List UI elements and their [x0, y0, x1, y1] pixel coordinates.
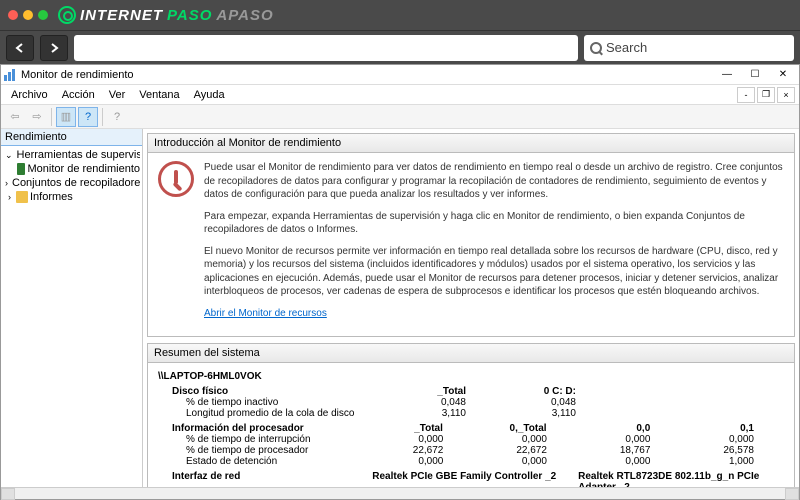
menu-archivo[interactable]: Archivo — [5, 87, 54, 103]
browser-titlebar: INTERNETPASOAPASO — [0, 0, 800, 30]
tree-item-label: Herramientas de supervisión — [17, 149, 140, 161]
maximize-dot[interactable] — [38, 10, 48, 20]
content-area: Introducción al Monitor de rendimiento P… — [143, 129, 799, 487]
nav-forward-button[interactable]: ⇨ — [27, 107, 47, 127]
search-box[interactable]: Search — [584, 35, 794, 61]
brand-logo: INTERNETPASOAPASO — [58, 6, 274, 24]
window-controls-win: — ☐ ✕ — [713, 66, 797, 84]
menu-ver[interactable]: Ver — [103, 87, 132, 103]
maximize-button[interactable]: ☐ — [741, 66, 769, 84]
minimize-dot[interactable] — [23, 10, 33, 20]
intro-p1: Puede usar el Monitor de rendimiento par… — [204, 161, 784, 202]
forward-button[interactable] — [40, 35, 68, 61]
menubar: Archivo Acción Ver Ventana Ayuda - ❐ × — [1, 85, 799, 105]
cpu-group: Información del procesador _Total0,_Tota… — [172, 423, 784, 434]
tree: ⌄ Herramientas de supervisión Monitor de… — [1, 146, 142, 206]
browser-nav-bar: Search — [0, 30, 800, 64]
intro-text: Puede usar el Monitor de rendimiento par… — [204, 161, 784, 328]
tree-item-label: Monitor de rendimiento — [27, 163, 140, 175]
mdi-restore[interactable]: ❐ — [757, 87, 775, 103]
tree-item-label: Informes — [30, 191, 73, 203]
summary-panel: Resumen del sistema \\LAPTOP-6HML0VOK Di… — [147, 343, 795, 487]
search-placeholder: Search — [606, 40, 647, 55]
summary-header: Resumen del sistema — [148, 344, 794, 363]
sidebar-tab[interactable]: Rendimiento — [1, 129, 142, 146]
mdi-close[interactable]: × — [777, 87, 795, 103]
tree-item-label: Conjuntos de recopiladores — [12, 177, 140, 189]
sidebar: Rendimiento ⌄ Herramientas de supervisió… — [1, 129, 143, 487]
window-controls-mac — [8, 10, 48, 20]
minimize-button[interactable]: — — [713, 66, 741, 84]
menu-ventana[interactable]: Ventana — [133, 87, 185, 103]
tree-item-monitor[interactable]: Monitor de rendimiento — [3, 162, 140, 176]
intro-header: Introducción al Monitor de rendimiento — [148, 134, 794, 153]
disk-group: Disco físico _Total 0 C: D: — [172, 386, 784, 397]
brand-text-3: APASO — [216, 7, 273, 24]
app-title: Monitor de rendimiento — [21, 69, 713, 81]
folder-icon — [16, 191, 28, 203]
app-window: Monitor de rendimiento — ☐ ✕ Archivo Acc… — [0, 64, 800, 500]
address-bar[interactable] — [74, 35, 578, 61]
close-dot[interactable] — [8, 10, 18, 20]
tree-item-reports[interactable]: › Informes — [3, 190, 140, 204]
intro-p3: El nuevo Monitor de recursos permite ver… — [204, 245, 784, 299]
show-hide-tree-button[interactable]: ▥ — [56, 107, 76, 127]
toolbar: ⇦ ⇨ ▥ ? ? — [1, 105, 799, 129]
gauge-icon — [158, 161, 194, 197]
expand-icon[interactable]: ⌄ — [5, 150, 13, 161]
brand-text-2: PASO — [167, 7, 212, 24]
mdi-minimize[interactable]: - — [737, 87, 755, 103]
nav-back-button[interactable]: ⇦ — [5, 107, 25, 127]
search-icon — [590, 42, 602, 54]
net-group: Interfaz de red Realtek PCIe GBE Family … — [172, 471, 784, 487]
help-button[interactable]: ? — [107, 107, 127, 127]
app-titlebar: Monitor de rendimiento — ☐ ✕ — [1, 65, 799, 85]
open-resource-monitor-link[interactable]: Abrir el Monitor de recursos — [204, 308, 327, 319]
table-row: Estado de detención0,0000,0000,0001,000 — [186, 456, 784, 467]
table-row: Longitud promedio de la cola de disco3,1… — [186, 408, 784, 419]
intro-p2: Para empezar, expanda Herramientas de su… — [204, 210, 784, 237]
close-button[interactable]: ✕ — [769, 66, 797, 84]
monitor-icon — [17, 163, 25, 175]
brand-text-1: INTERNET — [80, 7, 163, 24]
host-name: \\LAPTOP-6HML0VOK — [158, 371, 784, 382]
properties-button[interactable]: ? — [78, 107, 98, 127]
intro-panel: Introducción al Monitor de rendimiento P… — [147, 133, 795, 337]
expand-icon[interactable]: › — [5, 178, 8, 188]
brand-icon — [58, 6, 76, 24]
expand-icon[interactable]: › — [5, 192, 14, 202]
menu-ayuda[interactable]: Ayuda — [188, 87, 231, 103]
app-icon — [3, 68, 17, 82]
table-row: % de tiempo de procesador22,67222,67218,… — [186, 445, 784, 456]
back-button[interactable] — [6, 35, 34, 61]
table-row: % de tiempo de interrupción0,0000,0000,0… — [186, 434, 784, 445]
tree-item-collectors[interactable]: › Conjuntos de recopiladores — [3, 176, 140, 190]
menu-accion[interactable]: Acción — [56, 87, 101, 103]
tree-root[interactable]: ⌄ Herramientas de supervisión — [3, 148, 140, 162]
horizontal-scrollbar[interactable] — [1, 487, 799, 499]
table-row: % de tiempo inactivo0,0480,048 — [186, 397, 784, 408]
